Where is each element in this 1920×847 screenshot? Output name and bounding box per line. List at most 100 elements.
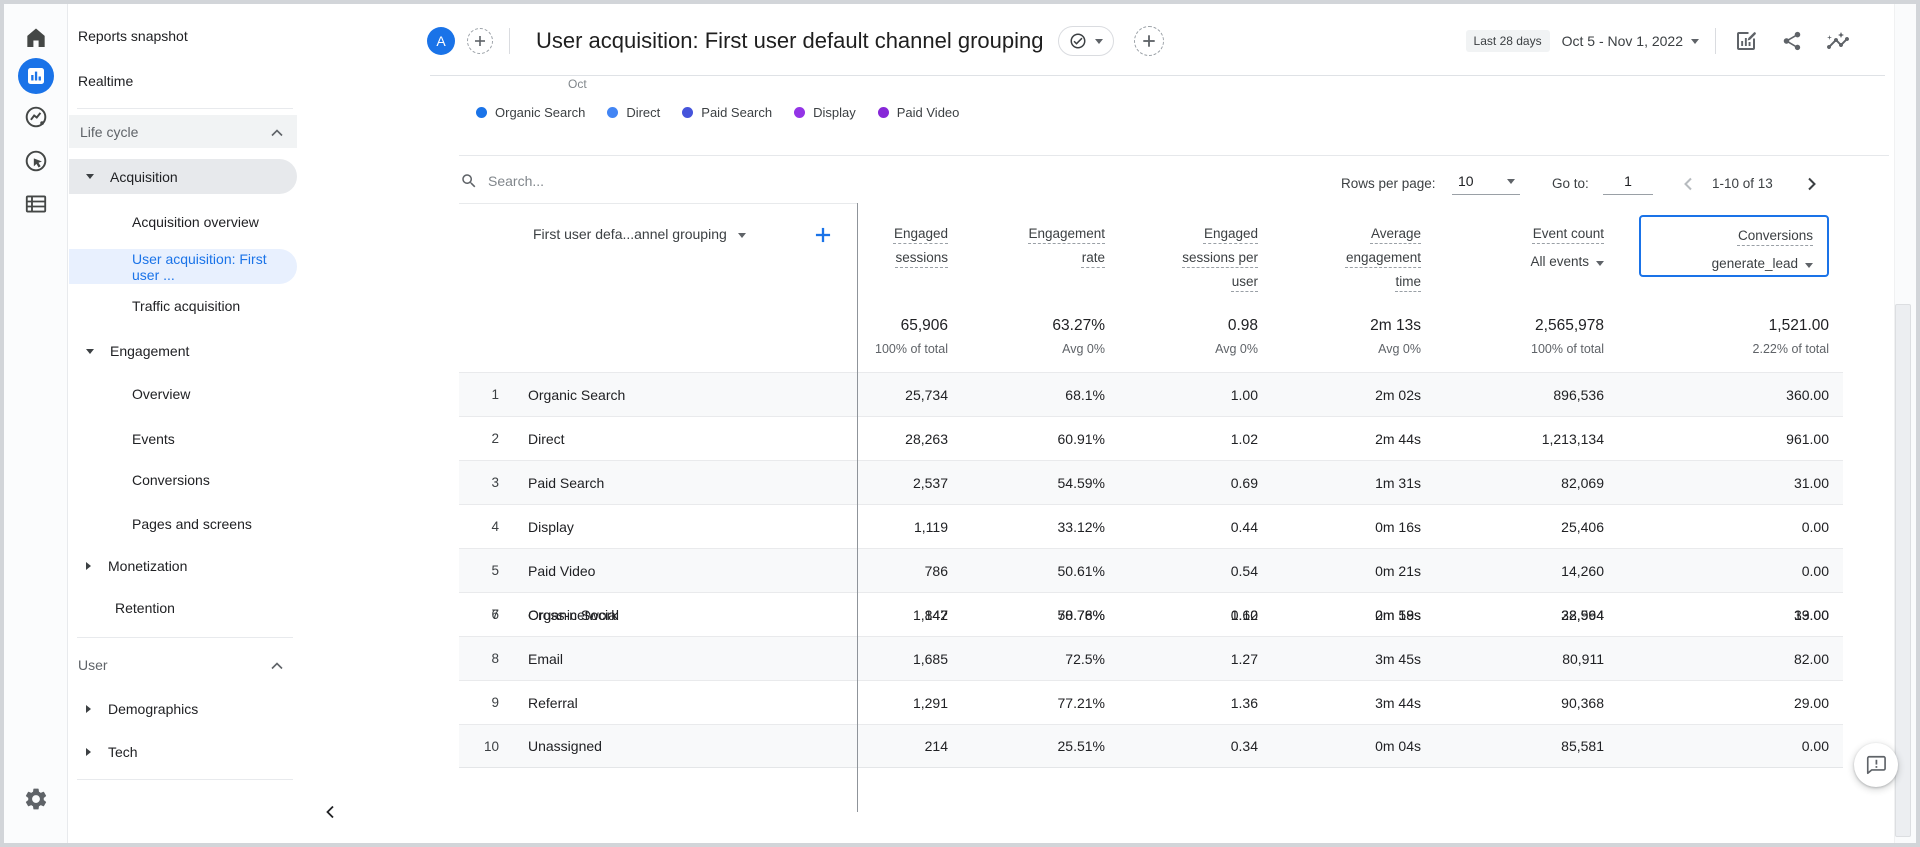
library-icon[interactable]: [23, 191, 49, 217]
sidebar-item-label: Pages and screens: [132, 516, 252, 532]
legend-item-direct[interactable]: Direct: [607, 105, 660, 120]
channel-name: Organic Search: [528, 386, 626, 403]
sidebar-item-engagement[interactable]: Engagement: [69, 337, 297, 365]
column-header-label[interactable]: Engagement rate: [1017, 222, 1105, 270]
sidebar-collapse-button[interactable]: [319, 800, 343, 824]
date-range-selector[interactable]: Oct 5 - Nov 1, 2022: [1562, 33, 1683, 49]
sidebar-item-retention[interactable]: Retention: [69, 594, 297, 622]
add-dimension-icon[interactable]: [814, 226, 832, 247]
legend-item-paid-search[interactable]: Paid Search: [682, 105, 772, 120]
sidebar-item-pages-and-screens[interactable]: Pages and screens: [69, 510, 297, 538]
reports-icon[interactable]: [17, 58, 54, 94]
home-icon[interactable]: [23, 25, 49, 51]
section-header-user[interactable]: User: [69, 651, 297, 679]
column-header-conversions[interactable]: Conversions generate_lead: [1618, 203, 1843, 300]
dimension-header-label: First user defa...annel grouping: [533, 226, 727, 242]
table-row: 2 Direct 28,263 60.91% 1.02 2m 44s 1,213,134 96…: [459, 416, 1843, 460]
event-filter-value: All events: [1530, 254, 1589, 269]
goto-page-input[interactable]: [1603, 173, 1653, 189]
pagination-range: 1-10 of 13: [1712, 176, 1773, 191]
sidebar-item-demographics[interactable]: Demographics: [69, 695, 297, 723]
vertical-scrollbar-thumb[interactable]: [1895, 304, 1911, 837]
totals-note: 2.22% of total: [1752, 342, 1829, 356]
chart-legend: Organic Search Direct Paid Search Displa…: [476, 105, 959, 120]
column-header-average-engagement-time[interactable]: Average engagement time: [1272, 203, 1435, 300]
expander-down-icon[interactable]: [86, 174, 94, 179]
legend-item-organic-search[interactable]: Organic Search: [476, 105, 585, 120]
expander-right-icon[interactable]: [86, 562, 91, 570]
table-row: 4 Display 1,119 33.12% 0.44 0m 16s 25,406 0.00: [459, 504, 1843, 548]
sidebar-item-acquisition-overview[interactable]: Acquisition overview: [69, 208, 297, 236]
sidebar-divider: [77, 779, 293, 780]
metric-value: 1.27: [1230, 650, 1258, 667]
sidebar-item-reports-snapshot[interactable]: Reports snapshot: [69, 22, 297, 50]
column-header-label[interactable]: Engaged sessions per user: [1170, 222, 1258, 294]
sidebar-item-conversions[interactable]: Conversions: [69, 466, 297, 494]
sidebar-item-user-acquisition-selected[interactable]: User acquisition: First user ...: [69, 249, 297, 284]
expander-right-icon[interactable]: [86, 705, 91, 713]
next-page-icon[interactable]: [1801, 174, 1821, 194]
column-header-label[interactable]: Conversions: [1738, 228, 1813, 243]
add-comparison-button[interactable]: [467, 28, 493, 54]
column-header-engaged-sessions[interactable]: Engaged sessions: [857, 203, 962, 300]
admin-gear-icon[interactable]: [23, 786, 49, 812]
report-status-pill[interactable]: [1057, 26, 1114, 56]
section-label: User: [78, 657, 108, 673]
search-input[interactable]: [488, 168, 808, 194]
advertising-icon[interactable]: [23, 148, 49, 174]
conversion-filter-dropdown[interactable]: generate_lead: [1641, 252, 1813, 276]
column-header-label[interactable]: Average engagement time: [1333, 222, 1421, 294]
sidebar-item-monetization[interactable]: Monetization: [69, 552, 297, 580]
chevron-down-icon[interactable]: [1691, 38, 1699, 44]
metric-value: 33.12%: [1057, 518, 1105, 535]
metric-value: 2,537: [912, 474, 948, 491]
explore-icon[interactable]: [23, 104, 49, 130]
metric-value: 2m 44s: [1375, 430, 1421, 447]
chevron-up-icon: [271, 657, 283, 673]
column-header-label[interactable]: Engaged sessions: [860, 222, 948, 270]
column-header-event-count[interactable]: Event count All events: [1435, 203, 1618, 300]
avatar[interactable]: A: [427, 27, 455, 55]
insights-icon[interactable]: [1826, 29, 1850, 53]
table-header-row: First user defa...annel grouping Engaged…: [459, 203, 1843, 300]
totals-cell: 1,521.00 2.22% of total: [1618, 316, 1843, 372]
share-icon[interactable]: [1780, 29, 1804, 53]
sidebar-item-acquisition[interactable]: Acquisition: [69, 159, 297, 194]
section-label: Life cycle: [80, 123, 139, 140]
feedback-button[interactable]: [1854, 743, 1898, 787]
totals-note: 100% of total: [1531, 342, 1604, 356]
chevron-down-icon: [1596, 261, 1604, 266]
sidebar-item-label: Realtime: [78, 73, 134, 89]
legend-dot: [682, 107, 694, 118]
metric-value: 1,291: [912, 694, 948, 711]
add-report-tab-button[interactable]: [1133, 26, 1164, 56]
sidebar-item-realtime[interactable]: Realtime: [69, 67, 297, 95]
expander-right-icon[interactable]: [86, 748, 91, 756]
column-header-label[interactable]: Event count: [1533, 226, 1604, 241]
section-header-life-cycle[interactable]: Life cycle: [69, 115, 297, 148]
previous-page-icon[interactable]: [1679, 174, 1699, 194]
totals-value: 0.98: [1227, 317, 1258, 334]
totals-note: Avg 0%: [1215, 342, 1258, 356]
sidebar-item-events[interactable]: Events: [69, 425, 297, 453]
column-header-engagement-rate[interactable]: Engagement rate: [962, 203, 1119, 300]
metric-value: 25,734: [905, 386, 948, 403]
dimension-header-dropdown[interactable]: First user defa...annel grouping: [459, 203, 857, 300]
metric-value: 25,406: [1561, 518, 1604, 535]
legend-item-paid-video[interactable]: Paid Video: [877, 105, 959, 120]
customize-report-icon[interactable]: [1734, 29, 1758, 53]
legend-item-display[interactable]: Display: [794, 105, 856, 120]
table-column-separator: [857, 203, 858, 812]
sidebar-item-tech[interactable]: Tech: [69, 738, 297, 766]
column-header-engaged-sessions-per-user[interactable]: Engaged sessions per user: [1119, 203, 1272, 300]
expander-down-icon[interactable]: [86, 348, 94, 354]
event-filter-dropdown[interactable]: All events: [1435, 250, 1604, 274]
rows-per-page-select[interactable]: 10: [1452, 168, 1520, 195]
sidebar-item-label: User acquisition: First user ...: [132, 250, 267, 283]
sidebar-item-engagement-overview[interactable]: Overview: [69, 380, 297, 408]
conversions-header-highlight-box[interactable]: Conversions generate_lead: [1639, 215, 1829, 277]
row-number: 1: [491, 387, 499, 402]
channel-name: Direct: [528, 430, 565, 447]
sidebar-item-traffic-acquisition[interactable]: Traffic acquisition: [69, 292, 297, 320]
vertical-scrollbar-track[interactable]: [1894, 4, 1916, 843]
